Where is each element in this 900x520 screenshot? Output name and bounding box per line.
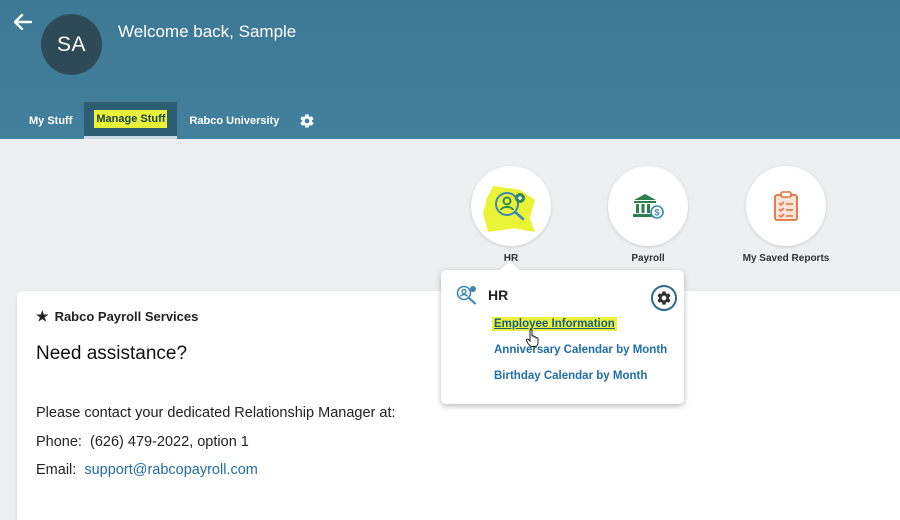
tab-rabco-university[interactable]: Rabco University [177,102,291,139]
phone-row: Phone: (626) 479-2022, option 1 [36,434,249,450]
company-name: Rabco Payroll Services [54,309,199,324]
dropdown-title: HR [488,287,509,303]
svg-text:$: $ [654,208,659,218]
app-tile-label: My Saved Reports [742,253,830,264]
link-anniversary-calendar[interactable]: Anniversary Calendar by Month [494,344,667,356]
clipboard-checklist-icon [774,191,798,221]
tab-label: Rabco University [189,114,280,127]
email-link[interactable]: support@rabcopayroll.com [84,462,258,478]
email-row: Email: support@rabcopayroll.com [36,462,258,478]
card-title: Need assistance? [36,343,188,364]
app-tile-hr[interactable]: HR [456,166,566,264]
email-label: Email: [36,462,77,478]
hand-pointer-icon [526,329,539,347]
header-bar: SA Welcome back, Sample My Stuff Manage … [0,0,900,139]
tab-manage-stuff[interactable]: Manage Stuff [84,102,178,139]
star-icon[interactable]: ★ [36,308,49,325]
app-tile-label: Payroll [631,253,665,264]
tab-label: My Stuff [29,114,73,127]
tab-label: Manage Stuff [96,112,166,126]
link-birthday-calendar[interactable]: Birthday Calendar by Month [494,370,647,382]
avatar-initials: SA [56,32,86,56]
tab-my-stuff[interactable]: My Stuff [17,102,84,139]
app-tile-circle [746,166,826,246]
app-tile-circle: $ [608,166,688,246]
hr-person-search-icon [495,192,525,221]
gear-icon[interactable] [651,285,677,311]
hr-person-search-icon [456,285,476,305]
bank-dollar-icon: $ [633,194,664,219]
phone-value: (626) 479-2022, option 1 [90,434,249,450]
welcome-message: Welcome back, Sample [118,22,297,41]
link-employee-information[interactable]: Employee Information [492,317,617,331]
phone-label: Phone: [36,434,82,450]
gear-icon[interactable] [291,102,323,139]
card-header: ★ Rabco Payroll Services [36,308,198,325]
hr-dropdown-menu: HR Employee Information Anniversary Cale… [441,270,684,404]
back-arrow-icon[interactable] [13,12,36,34]
app-tile-my-saved-reports[interactable]: My Saved Reports [731,166,841,264]
contact-line: Please contact your dedicated Relationsh… [36,405,396,421]
avatar[interactable]: SA [41,14,102,75]
app-tile-circle [471,166,551,246]
app-tile-payroll[interactable]: $ Payroll [593,166,703,264]
nav-tabs: My Stuff Manage Stuff Rabco University [17,102,323,139]
